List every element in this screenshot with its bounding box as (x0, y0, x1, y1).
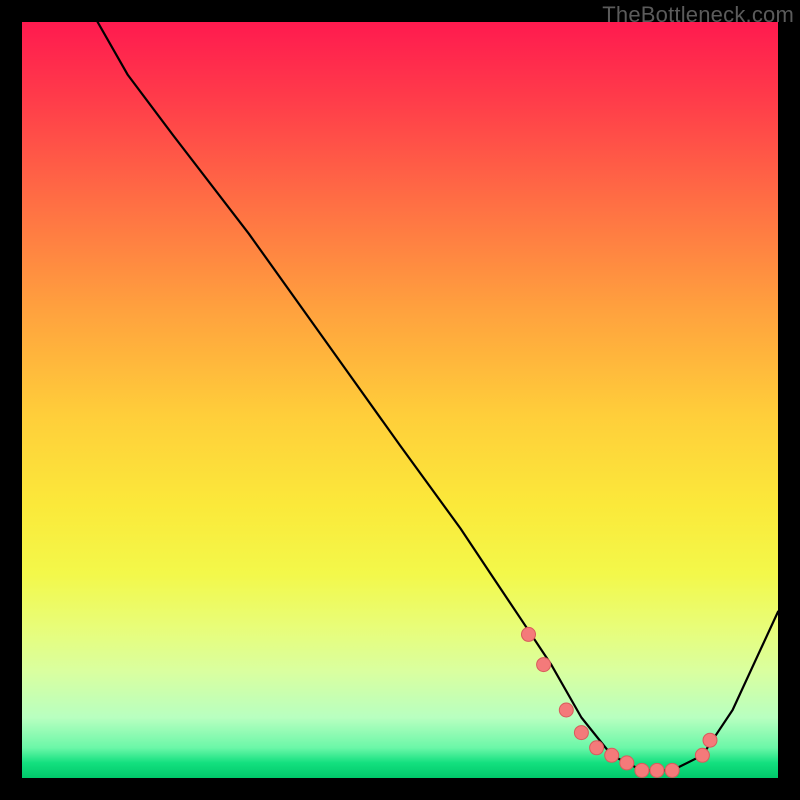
curve-marker (635, 763, 649, 777)
plot-area (22, 22, 778, 778)
curve-marker (650, 763, 664, 777)
curve-marker (695, 748, 709, 762)
curve-layer (22, 22, 778, 778)
curve-marker (703, 733, 717, 747)
curve-marker (665, 763, 679, 777)
curve-marker (590, 741, 604, 755)
bottleneck-curve (98, 22, 778, 770)
curve-marker (559, 703, 573, 717)
curve-marker (574, 726, 588, 740)
curve-marker (605, 748, 619, 762)
curve-marker (620, 756, 634, 770)
curve-markers (522, 627, 718, 777)
curve-marker (522, 627, 536, 641)
chart-frame: TheBottleneck.com (0, 0, 800, 800)
curve-marker (537, 658, 551, 672)
